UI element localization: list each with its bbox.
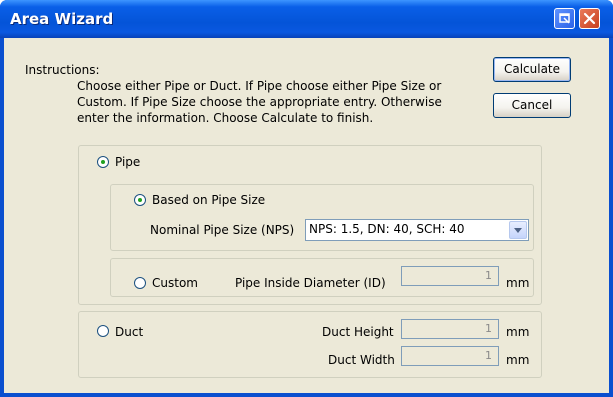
- pipe-id-label: Pipe Inside Diameter (ID): [235, 276, 386, 290]
- pipe-radio[interactable]: [97, 156, 109, 168]
- restore-button[interactable]: [554, 8, 575, 29]
- pipe-label: Pipe: [115, 155, 141, 169]
- duct-width-unit: mm: [506, 353, 530, 367]
- pipe-size-radio[interactable]: [134, 194, 146, 206]
- cancel-button[interactable]: Cancel: [493, 93, 571, 118]
- instructions-line: Choose either Pipe or Duct. If Pipe choo…: [77, 79, 442, 93]
- instructions: Instructions: Choose either Pipe or Duct…: [25, 62, 442, 125]
- duct-radio[interactable]: [97, 325, 109, 337]
- title-bar[interactable]: Area Wizard: [0, 0, 613, 38]
- instructions-line: enter the information. Choose Calculate …: [77, 111, 374, 125]
- calculate-button[interactable]: Calculate: [493, 57, 571, 82]
- nps-label: Nominal Pipe Size (NPS): [150, 223, 295, 237]
- window-title: Area Wizard: [10, 10, 114, 28]
- custom-radio[interactable]: [134, 277, 146, 289]
- nps-dropdown[interactable]: NPS: 1.5, DN: 40, SCH: 40: [305, 219, 529, 241]
- close-button[interactable]: [579, 8, 600, 29]
- instructions-text: Choose either Pipe or Duct. If Pipe choo…: [77, 78, 457, 126]
- nps-selected-value: NPS: 1.5, DN: 40, SCH: 40: [309, 222, 465, 236]
- duct-height-label: Duct Height: [322, 325, 394, 339]
- restore-icon: [559, 13, 570, 24]
- chevron-down-icon[interactable]: [509, 221, 527, 239]
- close-icon: [583, 12, 596, 25]
- duct-height-field[interactable]: 1: [401, 319, 499, 339]
- pipe-id-field[interactable]: 1: [401, 266, 499, 286]
- duct-width-field[interactable]: 1: [401, 346, 499, 366]
- instructions-heading: Instructions:: [25, 63, 100, 77]
- duct-label: Duct: [115, 325, 144, 339]
- instructions-line: Custom. If Pipe Size choose the appropri…: [77, 95, 442, 109]
- duct-width-label: Duct Width: [328, 353, 395, 367]
- pipe-size-label: Based on Pipe Size: [152, 193, 266, 207]
- duct-height-unit: mm: [506, 325, 530, 339]
- pipe-id-unit: mm: [506, 276, 530, 290]
- custom-label: Custom: [152, 276, 198, 290]
